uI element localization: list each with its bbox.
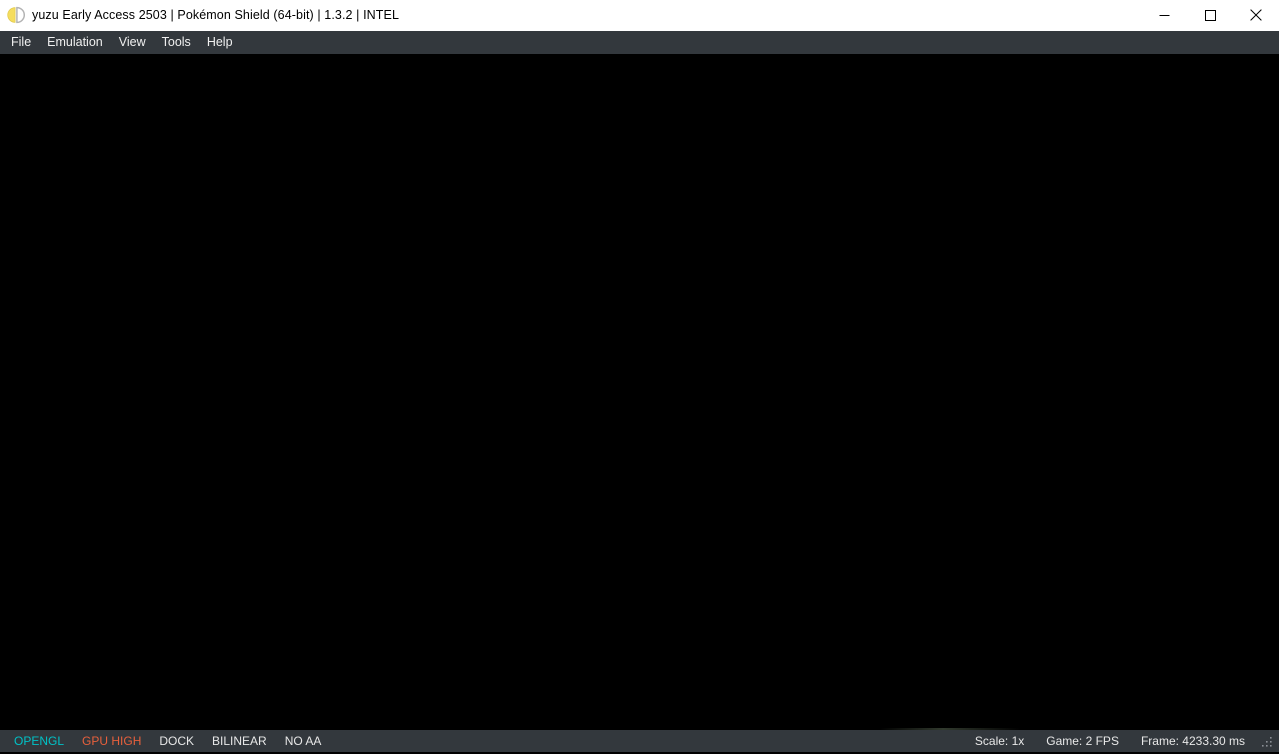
maximize-button[interactable] <box>1187 0 1233 30</box>
menu-item-file[interactable]: File <box>3 32 39 54</box>
status-fps: Game: 2 FPS <box>1046 734 1119 748</box>
status-bar: OPENGL GPU HIGH DOCK BILINEAR NO AA Scal… <box>0 730 1279 752</box>
status-antialiasing[interactable]: NO AA <box>276 733 331 749</box>
window-title: yuzu Early Access 2503 | Pokémon Shield … <box>32 8 400 22</box>
close-icon <box>1250 9 1262 21</box>
minimize-button[interactable] <box>1141 0 1187 30</box>
status-frametime: Frame: 4233.30 ms <box>1140 734 1245 748</box>
status-filter[interactable]: BILINEAR <box>203 733 276 749</box>
menu-item-emulation[interactable]: Emulation <box>39 32 111 54</box>
status-scale: Scale: 1x <box>974 734 1025 748</box>
close-button[interactable] <box>1233 0 1279 30</box>
menu-item-tools[interactable]: Tools <box>154 32 199 54</box>
status-gpu-accuracy[interactable]: GPU HIGH <box>73 733 150 749</box>
window-controls <box>1141 0 1279 30</box>
title-bar-left: yuzu Early Access 2503 | Pokémon Shield … <box>0 6 1141 24</box>
menu-item-view[interactable]: View <box>111 32 154 54</box>
status-dock-mode[interactable]: DOCK <box>150 733 203 749</box>
status-bar-left: OPENGL GPU HIGH DOCK BILINEAR NO AA <box>0 733 330 749</box>
menu-bar: File Emulation View Tools Help <box>0 31 1279 54</box>
yuzu-main-window: yuzu Early Access 2503 | Pokémon Shield … <box>0 0 1279 752</box>
resize-grip-icon[interactable] <box>1258 733 1274 749</box>
minimize-icon <box>1159 10 1170 21</box>
status-renderer-api[interactable]: OPENGL <box>5 733 73 749</box>
maximize-icon <box>1204 9 1216 21</box>
title-bar: yuzu Early Access 2503 | Pokémon Shield … <box>0 0 1279 31</box>
game-render-viewport[interactable] <box>0 54 1279 730</box>
yuzu-logo-icon <box>7 6 25 24</box>
menu-item-help[interactable]: Help <box>199 32 241 54</box>
status-bar-right: Scale: 1x Game: 2 FPS Frame: 4233.30 ms <box>964 733 1279 749</box>
